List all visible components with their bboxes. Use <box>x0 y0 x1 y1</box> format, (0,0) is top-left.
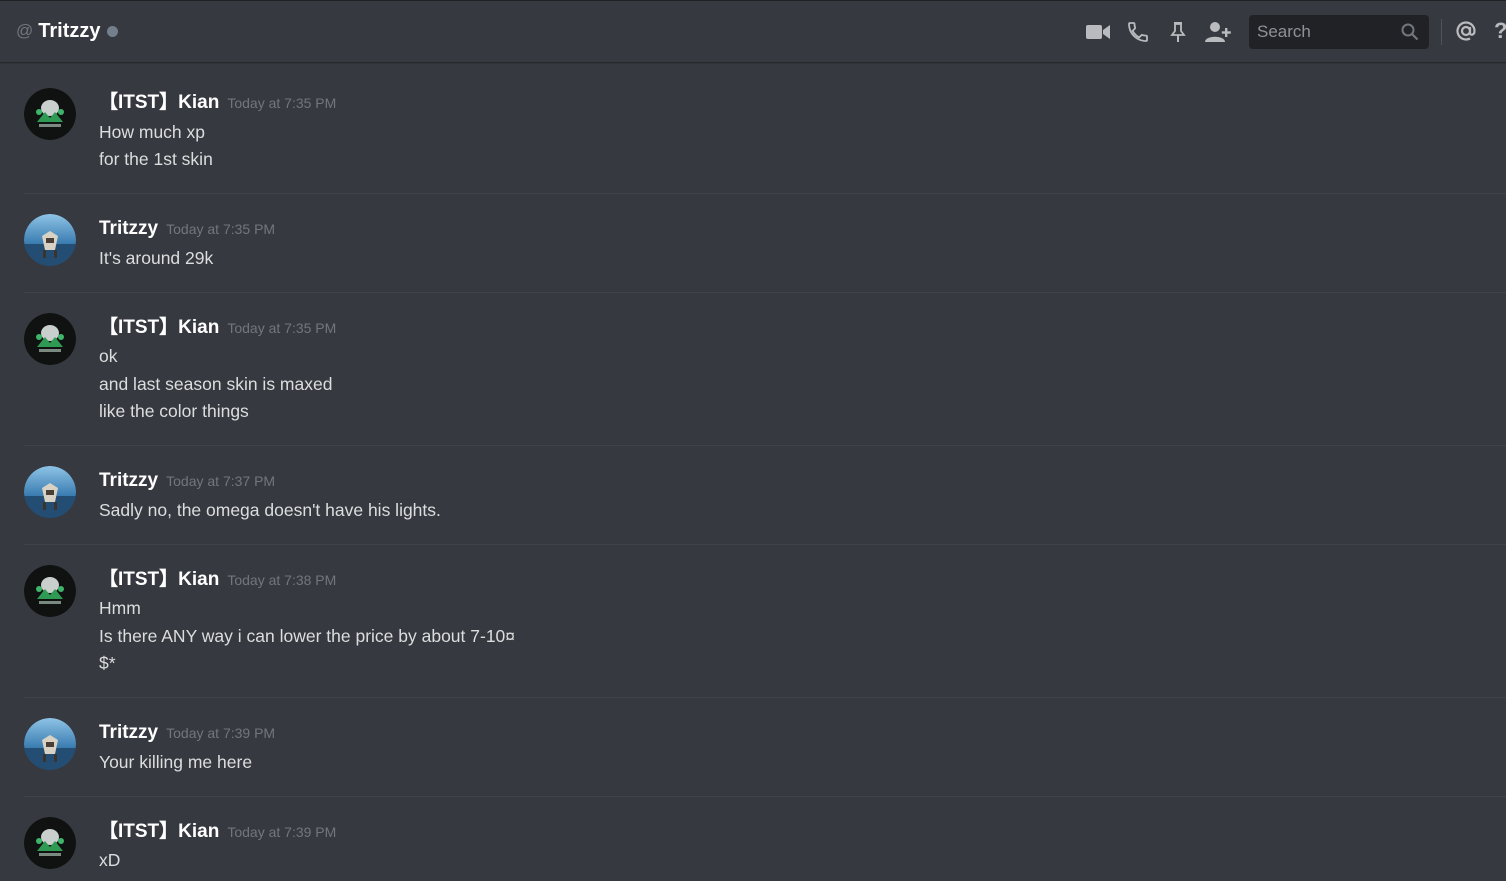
status-indicator <box>106 25 118 37</box>
kian-avatar[interactable] <box>24 88 76 140</box>
kian-avatar[interactable] <box>24 817 76 869</box>
author-name[interactable]: Tritzzy <box>99 470 158 491</box>
tritzzy-avatar[interactable] <box>24 466 76 518</box>
message-author[interactable]: Tritzzy Today at 7:39 PM <box>99 721 275 745</box>
voice-call-icon[interactable] <box>1122 16 1154 48</box>
message-author[interactable]: Tritzzy Today at 7:37 PM <box>99 469 275 493</box>
message-text: Hmm <box>99 598 141 618</box>
message-text: It's around 29k <box>99 248 214 268</box>
dm-title: @ Tritzzy <box>16 18 118 44</box>
channel-header: @ Tritzzy Search <box>0 0 1506 62</box>
header-divider <box>1441 19 1442 45</box>
kian-avatar[interactable] <box>24 313 76 365</box>
message-divider <box>24 796 1506 797</box>
message-author[interactable]: 【ITST】Kian Today at 7:39 PM <box>99 820 336 844</box>
message-author[interactable]: 【ITST】Kian Today at 7:35 PM <box>99 316 336 340</box>
message-text: Your killing me here <box>99 752 253 772</box>
author-name[interactable]: 【ITST】Kian <box>99 317 219 338</box>
message-text: like the color things <box>99 401 249 421</box>
author-name[interactable]: Tritzzy <box>99 722 158 743</box>
mention-icon[interactable] <box>1452 16 1480 46</box>
author-name[interactable]: Tritzzy <box>99 218 158 239</box>
at-icon: @ <box>16 21 34 40</box>
search-input[interactable] <box>1249 21 1399 43</box>
kian-avatar[interactable] <box>24 565 76 617</box>
message-text: Sadly no, the omega doesn't have his lig… <box>99 500 441 520</box>
message-text: Is there ANY way i can lower the price b… <box>99 626 516 646</box>
message-divider <box>24 292 1506 293</box>
message-divider <box>24 697 1506 698</box>
pin-icon[interactable] <box>1162 16 1194 48</box>
message-text: $* <box>99 653 116 673</box>
message-timestamp: Today at 7:35 PM <box>227 320 337 336</box>
video-call-icon[interactable] <box>1082 16 1114 48</box>
tritzzy-avatar[interactable] <box>24 214 76 266</box>
message-text: for the 1st skin <box>99 149 213 169</box>
message-divider <box>24 544 1506 545</box>
add-friend-icon[interactable] <box>1202 16 1234 48</box>
message-timestamp: Today at 7:38 PM <box>227 572 337 588</box>
message-timestamp: Today at 7:39 PM <box>166 725 276 741</box>
message-text: xD <box>99 850 121 870</box>
dm-recipient-name[interactable]: Tritzzy <box>38 18 100 44</box>
message-divider <box>24 445 1506 446</box>
header-toolbar <box>1082 15 1242 49</box>
message-timestamp: Today at 7:37 PM <box>166 473 276 489</box>
author-name[interactable]: 【ITST】Kian <box>99 92 219 113</box>
message-text: How much xp <box>99 122 206 142</box>
message-divider <box>24 193 1506 194</box>
message-timestamp: Today at 7:35 PM <box>166 221 276 237</box>
message-author[interactable]: 【ITST】Kian Today at 7:35 PM <box>99 91 336 115</box>
message-text: ok <box>99 346 118 366</box>
message-timestamp: Today at 7:39 PM <box>227 824 337 840</box>
search-icon[interactable] <box>1401 23 1419 46</box>
message-author[interactable]: 【ITST】Kian Today at 7:38 PM <box>99 568 336 592</box>
message-author[interactable]: Tritzzy Today at 7:35 PM <box>99 217 275 241</box>
author-name[interactable]: 【ITST】Kian <box>99 569 219 590</box>
message-list: 【ITST】Kian Today at 7:35 PM How much xp f… <box>0 64 1506 881</box>
message-text: and last season skin is maxed <box>99 374 333 394</box>
tritzzy-avatar[interactable] <box>24 718 76 770</box>
app-window: @ Tritzzy Search 【ITST】Kian Today at 7:3… <box>0 0 1506 881</box>
author-name[interactable]: 【ITST】Kian <box>99 821 219 842</box>
help-icon[interactable]: ? <box>1494 16 1506 46</box>
message-timestamp: Today at 7:35 PM <box>227 95 337 111</box>
search-bar[interactable] <box>1249 15 1429 49</box>
